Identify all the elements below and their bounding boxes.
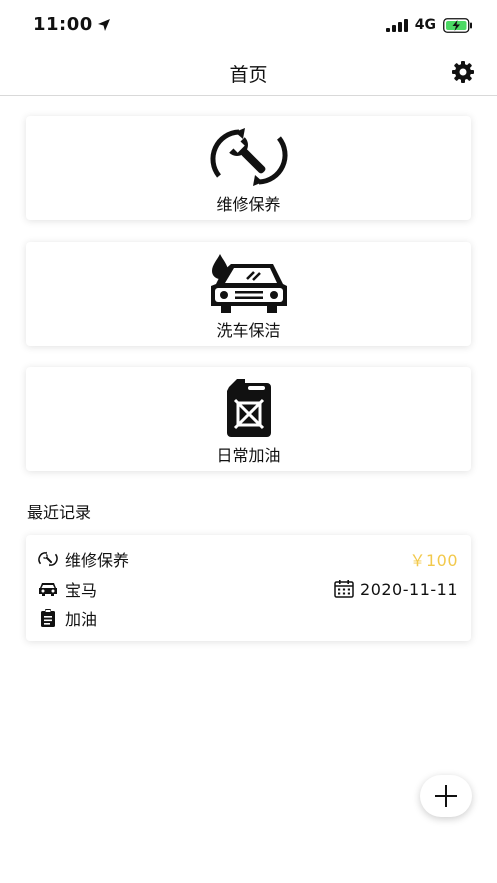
record-car: 宝马 [65,581,98,600]
clipboard-icon [38,608,58,628]
location-arrow-icon [97,18,110,31]
car-icon [38,579,58,599]
maintenance-card[interactable]: 维修保养 [26,116,471,220]
battery-charging-icon [443,17,472,33]
status-bar: 11:00 4G [0,0,497,50]
record-price: ￥100 [409,551,458,570]
settings-button[interactable] [450,59,476,85]
record-date: 2020-11-11 [360,579,458,599]
record-date-group: 2020-11-11 [334,580,458,599]
record-row-type: 维修保养 ￥100 [38,547,458,571]
car-wash-card[interactable]: 洗车保洁 [26,242,471,346]
recent-records-title: 最近记录 [27,503,92,522]
calendar-icon [334,580,354,598]
status-time: 11:00 [33,14,111,35]
wrench-cycle-icon [38,549,58,569]
gear-icon [452,61,474,83]
fuel-card[interactable]: 日常加油 [26,367,471,471]
record-card[interactable]: 维修保养 ￥100 宝马 2020-11-11 加油 [26,535,471,641]
signal-icon [385,18,408,32]
network-label: 4G [414,17,436,33]
nav-bar: 首页 [0,50,497,96]
car-wash-label: 洗车保洁 [216,321,281,340]
fuel-can-icon [226,379,271,437]
status-indicators: 4G [385,17,473,33]
fuel-label: 日常加油 [216,446,281,465]
status-time-text: 11:00 [33,14,93,35]
plus-icon [435,785,457,807]
page-title: 首页 [229,64,268,86]
car-wash-icon [210,254,287,313]
record-row-car: 宝马 2020-11-11 [38,577,458,601]
add-record-button[interactable] [420,775,472,817]
record-type: 维修保养 [65,551,130,570]
record-row-note: 加油 [38,606,458,630]
record-note: 加油 [65,610,98,629]
wrench-cycle-icon [209,128,288,186]
maintenance-label: 维修保养 [216,195,281,214]
